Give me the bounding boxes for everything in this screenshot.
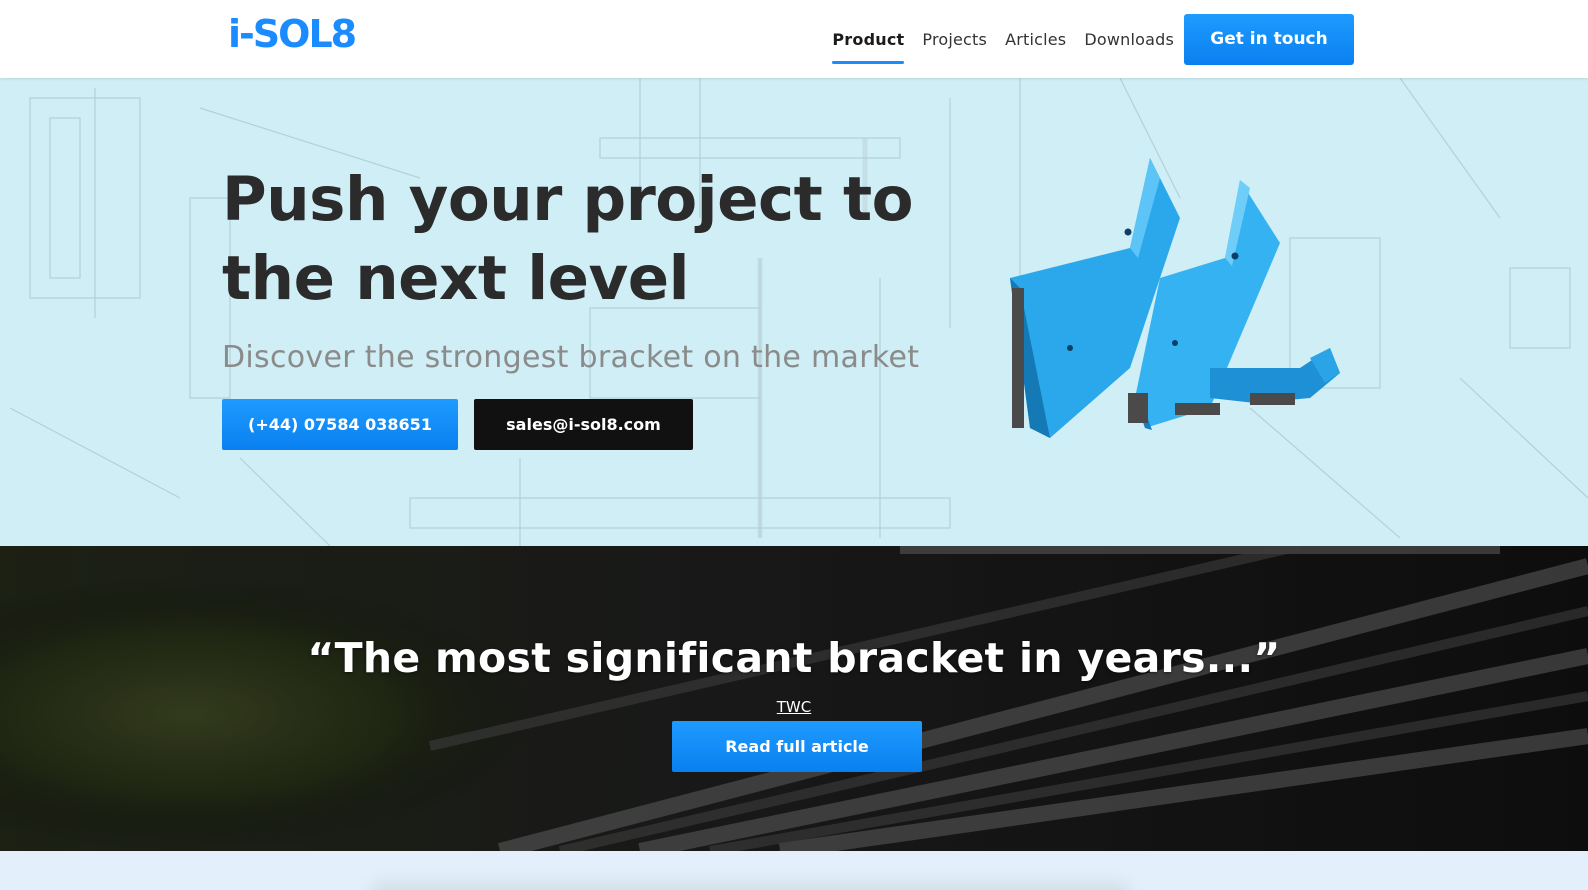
phone-button[interactable]: (+44) 07584 038651 xyxy=(222,399,458,450)
quote-text: “The most significant bracket in years..… xyxy=(307,634,1281,682)
quote-section: “The most significant bracket in years..… xyxy=(0,546,1588,851)
hero-subtitle: Discover the strongest bracket on the ma… xyxy=(222,340,920,375)
hero-title: Push your project to the next level xyxy=(222,164,914,314)
main-nav: Product Projects Articles Downloads Get … xyxy=(814,0,1354,78)
quote-source-container: TWC xyxy=(0,698,1588,716)
nav-item-product[interactable]: Product xyxy=(832,30,905,64)
site-header: i-SOL8 Product Projects Articles Downloa… xyxy=(0,0,1588,78)
quote-source-link[interactable]: TWC xyxy=(777,698,811,716)
read-full-article-button[interactable]: Read full article xyxy=(672,721,922,772)
bracket-product-image xyxy=(1010,158,1340,438)
email-button[interactable]: sales@i-sol8.com xyxy=(474,399,693,450)
next-section-strip xyxy=(0,851,1588,890)
logo-text: i-SOL8 xyxy=(228,12,357,56)
nav-item-downloads[interactable]: Downloads xyxy=(1084,30,1174,49)
logo[interactable]: i-SOL8 xyxy=(228,12,357,56)
nav-item-articles[interactable]: Articles xyxy=(1005,30,1066,49)
card-shadow xyxy=(370,883,1130,890)
hero-section: Push your project to the next level Disc… xyxy=(0,78,1588,546)
nav-item-projects[interactable]: Projects xyxy=(922,30,987,49)
get-in-touch-button[interactable]: Get in touch xyxy=(1184,13,1354,65)
